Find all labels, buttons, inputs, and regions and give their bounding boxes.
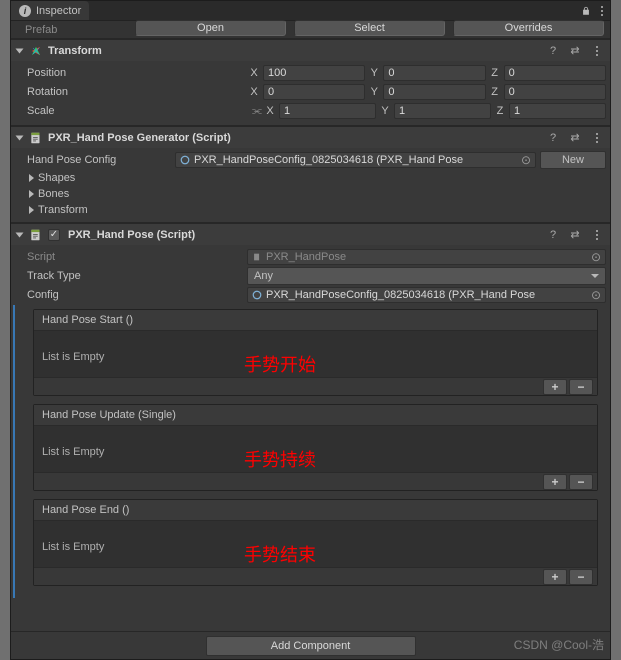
hand-pose-start-event: Hand Pose Start () List is Empty 手势开始 + …	[33, 309, 598, 396]
script-icon	[28, 227, 44, 243]
prefab-label: Prefab	[17, 24, 127, 36]
transform-foldout[interactable]: Transform	[15, 202, 606, 218]
event-empty-text: List is Empty	[42, 351, 104, 363]
help-icon[interactable]: ?	[546, 44, 560, 58]
inspector-tab-label: Inspector	[36, 5, 81, 17]
track-type-value: Any	[254, 270, 273, 282]
annotation-text: 手势结束	[244, 541, 316, 567]
add-listener-button[interactable]: +	[543, 569, 567, 585]
transform-properties: Position X 100 Y 0 Z 0 Rotation X 0 Y 0 …	[11, 61, 610, 126]
script-icon	[28, 130, 44, 146]
remove-listener-button[interactable]: −	[569, 569, 593, 585]
track-type-label: Track Type	[15, 270, 247, 282]
events-section: Hand Pose Start () List is Empty 手势开始 + …	[13, 305, 610, 598]
script-label: Script	[15, 251, 247, 263]
shapes-foldout[interactable]: Shapes	[15, 170, 606, 186]
object-picker-icon	[589, 250, 603, 264]
object-picker-icon[interactable]	[589, 288, 603, 302]
axis-z-label: Z	[488, 67, 502, 79]
prefab-select-button[interactable]: Select	[294, 20, 445, 36]
scale-z-field[interactable]: 1	[509, 103, 606, 119]
transform-title: Transform	[48, 45, 542, 57]
generator-properties: Hand Pose Config PXR_HandPoseConfig_0825…	[11, 148, 610, 223]
script-value: PXR_HandPose	[266, 251, 346, 263]
handpose-header[interactable]: PXR_Hand Pose (Script) ? ⇄	[11, 223, 610, 245]
add-listener-button[interactable]: +	[543, 474, 567, 490]
script-asset-icon	[252, 252, 262, 262]
prefab-open-button[interactable]: Open	[135, 20, 286, 36]
foldout-icon	[16, 135, 24, 140]
component-menu-icon[interactable]	[590, 228, 604, 242]
foldout-icon	[16, 232, 24, 237]
remove-listener-button[interactable]: −	[569, 474, 593, 490]
scale-x-field[interactable]: 1	[279, 103, 376, 119]
event-empty-text: List is Empty	[42, 446, 104, 458]
position-y-field[interactable]: 0	[383, 65, 485, 81]
generator-header[interactable]: PXR_Hand Pose Generator (Script) ? ⇄	[11, 126, 610, 148]
handpose-properties: Script PXR_HandPose Track Type Any Confi…	[11, 245, 610, 304]
preset-icon[interactable]: ⇄	[568, 131, 582, 145]
config-field[interactable]: PXR_HandPoseConfig_0825034618 (PXR_Hand …	[247, 287, 606, 303]
scale-y-field[interactable]: 1	[394, 103, 491, 119]
watermark-text: CSDN @Cool-浩	[514, 636, 604, 653]
rotation-x-field[interactable]: 0	[263, 84, 365, 100]
hand-pose-config-field[interactable]: PXR_HandPoseConfig_0825034618 (PXR_Hand …	[175, 152, 536, 168]
preset-icon[interactable]: ⇄	[568, 44, 582, 58]
event-header: Hand Pose Update (Single)	[34, 405, 597, 426]
annotation-text: 手势持续	[244, 446, 316, 472]
add-component-button[interactable]: Add Component	[206, 636, 416, 656]
axis-y-label: Y	[367, 67, 381, 79]
preset-icon[interactable]: ⇄	[568, 228, 582, 242]
event-header: Hand Pose Start ()	[34, 310, 597, 331]
inspector-panel: i Inspector Prefab Open Select Overrides…	[10, 0, 611, 660]
position-x-field[interactable]: 100	[263, 65, 365, 81]
handpose-title: PXR_Hand Pose (Script)	[68, 229, 542, 241]
config-label: Config	[15, 289, 247, 301]
add-listener-button[interactable]: +	[543, 379, 567, 395]
component-menu-icon[interactable]	[590, 44, 604, 58]
hand-pose-end-event: Hand Pose End () List is Empty 手势结束 + −	[33, 499, 598, 586]
position-z-field[interactable]: 0	[504, 65, 606, 81]
config-value: PXR_HandPoseConfig_0825034618 (PXR_Hand …	[266, 289, 535, 301]
transform-header[interactable]: Transform ? ⇄	[11, 39, 610, 61]
prefab-overrides-button[interactable]: Overrides	[453, 20, 604, 36]
enable-checkbox[interactable]	[48, 229, 60, 241]
rotation-z-field[interactable]: 0	[504, 84, 606, 100]
track-type-dropdown[interactable]: Any	[247, 267, 606, 285]
rotation-label: Rotation	[15, 86, 247, 98]
event-header: Hand Pose End ()	[34, 500, 597, 521]
context-menu-icon[interactable]	[594, 1, 610, 20]
script-field: PXR_HandPose	[247, 249, 606, 265]
hand-pose-config-label: Hand Pose Config	[15, 154, 175, 166]
foldout-icon	[16, 48, 24, 53]
transform-icon	[28, 43, 44, 59]
inspector-icon: i	[19, 5, 31, 17]
annotation-text: 手势开始	[244, 351, 316, 377]
remove-listener-button[interactable]: −	[569, 379, 593, 395]
generator-title: PXR_Hand Pose Generator (Script)	[48, 132, 542, 144]
hand-pose-update-event: Hand Pose Update (Single) List is Empty …	[33, 404, 598, 491]
tab-bar: i Inspector	[11, 1, 610, 21]
help-icon[interactable]: ?	[546, 228, 560, 242]
component-menu-icon[interactable]	[590, 131, 604, 145]
rotation-y-field[interactable]: 0	[383, 84, 485, 100]
asset-icon	[252, 290, 262, 300]
new-config-button[interactable]: New	[540, 151, 606, 169]
scale-label: Scale	[15, 105, 247, 117]
help-icon[interactable]: ?	[546, 131, 560, 145]
event-empty-text: List is Empty	[42, 541, 104, 553]
inspector-tab[interactable]: i Inspector	[11, 1, 89, 20]
bones-foldout[interactable]: Bones	[15, 186, 606, 202]
position-label: Position	[15, 67, 247, 79]
asset-icon	[180, 155, 190, 165]
axis-x-label: X	[247, 67, 261, 79]
lock-icon[interactable]	[578, 1, 594, 20]
prefab-row: Prefab Open Select Overrides	[11, 21, 610, 39]
hand-pose-config-value: PXR_HandPoseConfig_0825034618 (PXR_Hand …	[194, 154, 463, 166]
object-picker-icon[interactable]	[519, 153, 533, 167]
